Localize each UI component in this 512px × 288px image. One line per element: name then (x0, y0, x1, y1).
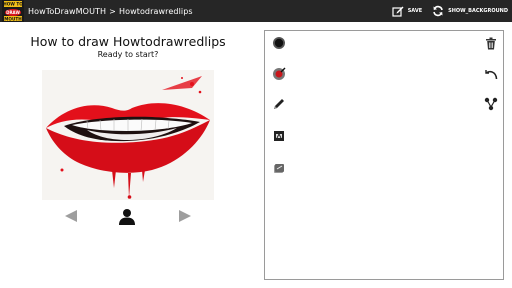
delete-button[interactable] (483, 36, 499, 52)
logo-text-bottom: MOUTH (4, 16, 22, 21)
breadcrumb: HowToDrawMOUTH > Howtodrawredlips (28, 7, 193, 16)
person-button[interactable] (117, 208, 137, 228)
save-button[interactable]: SAVE (392, 2, 422, 21)
action-bar: SAVE SHOW_BACKGROUND (382, 0, 508, 22)
lesson-subtitle: Ready to start? (97, 50, 159, 59)
edit-save-icon (392, 2, 404, 21)
pencil-icon (272, 96, 286, 115)
share-icon (484, 96, 498, 115)
brush-size-dot-icon (272, 35, 286, 54)
top-bar: HOW TO DRAW MOUTH HowToDrawMOUTH > Howtodr… (0, 0, 512, 22)
brush-size-button[interactable] (271, 36, 287, 52)
lesson-title: How to draw Howtodrawredlips (30, 34, 226, 49)
app-logo-icon[interactable]: HOW TO DRAW MOUTH (2, 0, 24, 22)
eraser-icon (272, 128, 286, 147)
sync-refresh-icon (432, 2, 444, 21)
undo-button[interactable] (483, 67, 499, 83)
previous-button[interactable] (61, 208, 81, 228)
next-button[interactable] (175, 208, 195, 228)
previous-arrow-icon (63, 208, 79, 228)
breadcrumb-current-page: Howtodrawredlips (118, 6, 193, 16)
eraser-button[interactable] (271, 129, 287, 145)
pencil-button[interactable] (271, 97, 287, 113)
color-palette-icon (272, 66, 286, 85)
logo-text-top: HOW TO (3, 2, 23, 7)
share-button[interactable] (483, 97, 499, 113)
lips-preview-image (42, 70, 214, 200)
drawing-canvas[interactable] (264, 30, 504, 280)
save-label: SAVE (407, 8, 423, 14)
breadcrumb-separator: > (109, 6, 116, 16)
undo-icon (484, 66, 498, 85)
breadcrumb-app-name[interactable]: HowToDrawMOUTH (28, 7, 106, 16)
person-icon (118, 207, 136, 229)
show-background-label: SHOW_BACKGROUND (448, 8, 508, 14)
clear-layer-button[interactable] (271, 161, 287, 177)
next-arrow-icon (177, 208, 193, 228)
logo-text-middle: DRAW (6, 10, 20, 15)
show-background-button[interactable]: SHOW_BACKGROUND (432, 2, 508, 21)
trash-icon (485, 35, 497, 54)
color-button[interactable] (271, 67, 287, 83)
clear-layer-icon (272, 160, 286, 179)
